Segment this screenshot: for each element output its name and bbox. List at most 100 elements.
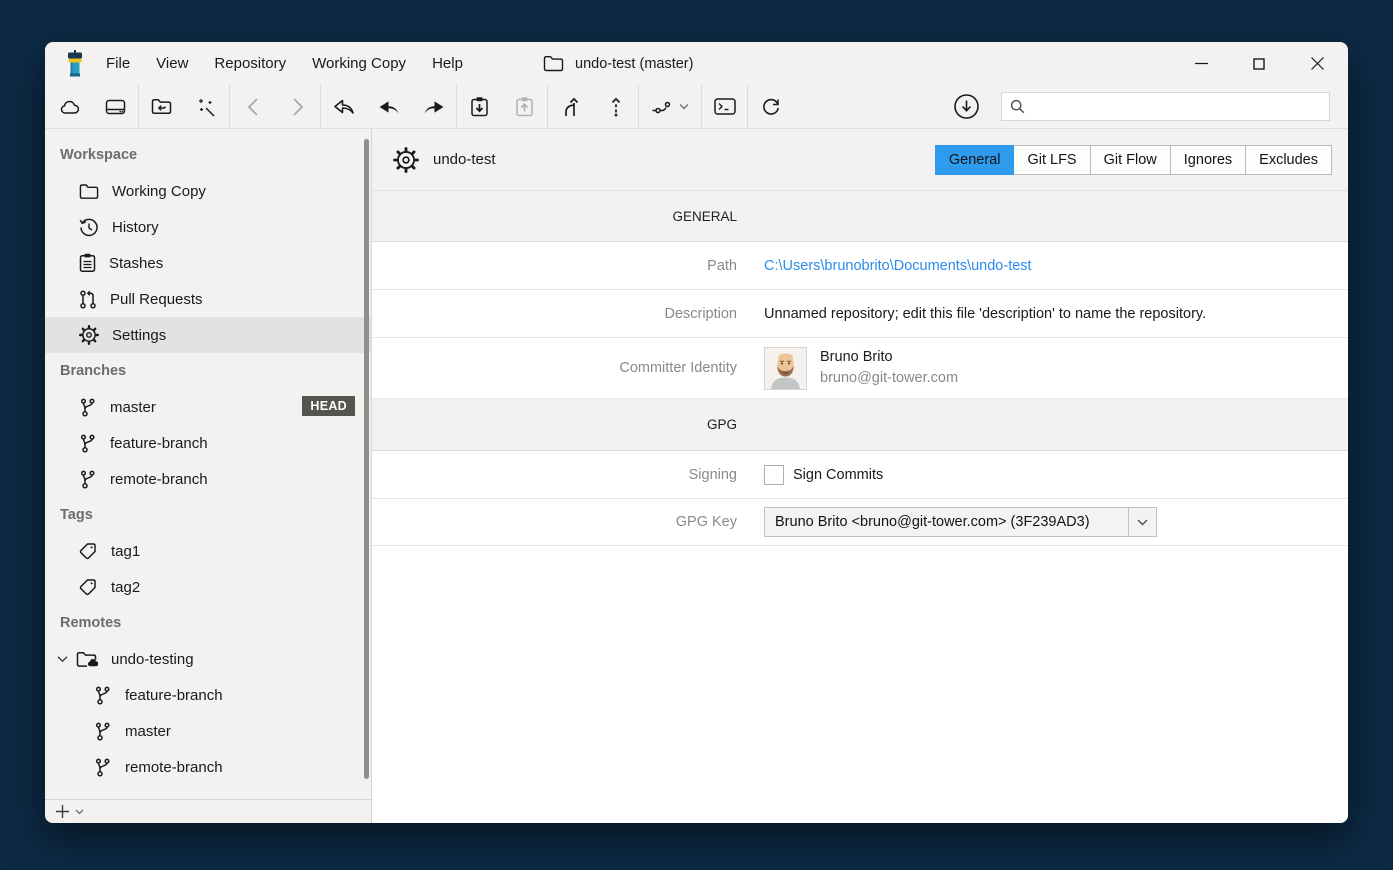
gpg-key-select[interactable]: Bruno Brito <bruno@git-tower.com> (3F239… — [764, 507, 1157, 537]
menu-bar: File View Repository Working Copy Help — [93, 42, 476, 85]
open-repository-button[interactable] — [139, 85, 184, 128]
sign-commits-checkbox[interactable] — [764, 465, 784, 485]
sidebar-item-remote-undo-testing[interactable]: undo-testing — [45, 641, 371, 677]
sidebar-item-label: remote-branch — [125, 759, 223, 776]
committer-identity-label: Committer Identity — [372, 360, 737, 376]
quick-actions-wand-button[interactable] — [184, 85, 229, 128]
cloud-services-button[interactable] — [48, 85, 93, 128]
sidebar-item-tag2[interactable]: tag2 — [45, 569, 371, 605]
signing-label: Signing — [372, 467, 737, 483]
branch-actions-button[interactable] — [639, 85, 701, 128]
settings-header: undo-test General Git LFS Git Flow Ignor… — [372, 129, 1348, 191]
menu-repository[interactable]: Repository — [201, 42, 299, 85]
branch-icon — [94, 758, 112, 777]
refresh-button[interactable] — [748, 85, 793, 128]
app-window: File View Repository Working Copy Help u… — [45, 42, 1348, 823]
gpg-section-band: GPG — [372, 399, 1348, 451]
sidebar-item-branch-master[interactable]: master HEAD — [45, 389, 371, 425]
repo-title: undo-test — [433, 151, 496, 168]
save-stash-button[interactable] — [457, 85, 502, 128]
terminal-button[interactable] — [702, 85, 747, 128]
tab-git-lfs[interactable]: Git LFS — [1014, 145, 1090, 175]
search-box — [1001, 92, 1330, 121]
discard-arrow-button[interactable] — [321, 85, 366, 128]
updates-download-button[interactable] — [944, 85, 989, 128]
branch-icon — [79, 434, 97, 453]
window-controls — [1172, 42, 1346, 85]
committer-text: Bruno Brito bruno@git-tower.com — [820, 347, 958, 389]
menu-file[interactable]: File — [93, 42, 143, 85]
apply-stash-button[interactable] — [502, 85, 547, 128]
redo-button[interactable] — [411, 85, 456, 128]
sidebar-scrollbar[interactable] — [364, 139, 369, 779]
gear-icon — [79, 325, 99, 345]
tab-git-flow[interactable]: Git Flow — [1091, 145, 1171, 175]
sidebar-item-label: undo-testing — [111, 651, 194, 668]
sidebar-item-label: tag2 — [111, 579, 140, 596]
branch-icon — [79, 470, 97, 489]
sidebar-item-settings[interactable]: Settings — [45, 317, 371, 353]
add-repository-chevron-icon[interactable] — [75, 809, 84, 815]
sidebar-item-tag1[interactable]: tag1 — [45, 533, 371, 569]
maximize-button[interactable] — [1230, 42, 1288, 85]
tab-general[interactable]: General — [935, 145, 1015, 175]
committer-name: Bruno Brito — [820, 347, 958, 368]
tab-excludes[interactable]: Excludes — [1246, 145, 1332, 175]
sidebar-section-remotes: Remotes — [45, 605, 371, 641]
folder-icon — [543, 55, 564, 72]
sidebar-item-label: Working Copy — [112, 183, 206, 200]
description-row: Description Unnamed repository; edit thi… — [372, 290, 1348, 338]
menu-view[interactable]: View — [143, 42, 201, 85]
back-button[interactable] — [230, 85, 275, 128]
sign-commits-label: Sign Commits — [793, 467, 883, 483]
history-clock-icon — [79, 218, 99, 237]
close-button[interactable] — [1288, 42, 1346, 85]
sidebar-item-branch-remote-branch[interactable]: remote-branch — [45, 461, 371, 497]
sidebar-item-label: tag1 — [111, 543, 140, 560]
sidebar-section-branches: Branches — [45, 353, 371, 389]
clipboard-icon — [79, 253, 96, 273]
path-link[interactable]: C:\Users\brunobrito\Documents\undo-test — [764, 258, 1032, 274]
settings-tabs: General Git LFS Git Flow Ignores Exclude… — [935, 145, 1332, 175]
chevron-down-icon[interactable] — [1128, 508, 1156, 536]
committer-identity-row: Committer Identity — [372, 338, 1348, 399]
push-button[interactable] — [593, 85, 638, 128]
search-input[interactable] — [1031, 99, 1321, 115]
folder-icon — [79, 183, 99, 200]
tag-icon — [79, 542, 98, 561]
sidebar-item-history[interactable]: History — [45, 209, 371, 245]
tab-ignores[interactable]: Ignores — [1171, 145, 1246, 175]
forward-button[interactable] — [275, 85, 320, 128]
menu-help[interactable]: Help — [419, 42, 476, 85]
sidebar-bottom-bar — [45, 799, 371, 823]
description-label: Description — [372, 306, 737, 322]
sidebar-item-remote-remote-branch[interactable]: remote-branch — [45, 749, 371, 785]
pull-request-icon — [79, 290, 97, 309]
add-repository-button[interactable] — [55, 804, 70, 819]
description-value: Unnamed repository; edit this file 'desc… — [764, 306, 1206, 322]
menu-working-copy[interactable]: Working Copy — [299, 42, 419, 85]
sidebar-item-branch-feature-branch[interactable]: feature-branch — [45, 425, 371, 461]
window-title-text: undo-test (master) — [575, 56, 693, 72]
sidebar-item-remote-master[interactable]: master — [45, 713, 371, 749]
sidebar-item-stashes[interactable]: Stashes — [45, 245, 371, 281]
signing-row: Signing Sign Commits — [372, 451, 1348, 499]
merge-button[interactable] — [548, 85, 593, 128]
empty-content-area — [372, 546, 1348, 823]
chevron-down-icon[interactable] — [57, 655, 68, 663]
committer-identity[interactable]: Bruno Brito bruno@git-tower.com — [764, 347, 958, 390]
sidebar-item-label: Stashes — [109, 255, 163, 272]
local-repos-button[interactable] — [93, 85, 138, 128]
window-title: undo-test (master) — [543, 42, 693, 85]
path-label: Path — [372, 258, 737, 274]
sidebar-item-working-copy[interactable]: Working Copy — [45, 173, 371, 209]
gpg-key-row: GPG Key Bruno Brito <bruno@git-tower.com… — [372, 499, 1348, 546]
sidebar-item-pull-requests[interactable]: Pull Requests — [45, 281, 371, 317]
minimize-button[interactable] — [1172, 42, 1230, 85]
remote-folder-icon — [76, 651, 98, 668]
sidebar-item-label: remote-branch — [110, 471, 208, 488]
toolbar — [45, 85, 1348, 129]
undo-button[interactable] — [366, 85, 411, 128]
sidebar-item-remote-feature-branch[interactable]: feature-branch — [45, 677, 371, 713]
avatar — [764, 347, 807, 390]
